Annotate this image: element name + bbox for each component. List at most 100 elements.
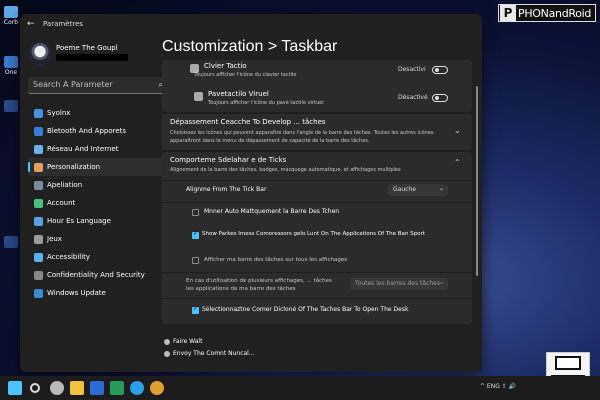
desktop-icon-4[interactable]	[0, 236, 22, 248]
chevron-down-icon[interactable]: ⌄	[454, 126, 461, 135]
sidebar-item-label: Hour Es Language	[47, 217, 111, 225]
desktop-icon-2-image	[4, 56, 18, 68]
sidebar-nav: Syolnx Bletooth And Apporets Réseau And …	[28, 104, 168, 302]
accessibility-icon	[34, 252, 43, 262]
sidebar-item-personalization[interactable]: Personalization	[28, 158, 168, 176]
scrollbar[interactable]	[476, 86, 478, 276]
back-arrow-icon[interactable]: ←	[27, 19, 39, 29]
apps-icon	[34, 180, 43, 190]
all-displays-checkbox[interactable]	[192, 257, 199, 264]
overflow-section-desc-1: Choisissez les icônes qui peuvent appara…	[170, 130, 434, 136]
behavior-header[interactable]: Comporteme Sdelahar e de Ticks Alignemen…	[162, 152, 472, 180]
multi-display-dropdown-value: Toutes les barres des tâches	[355, 280, 440, 287]
word-icon[interactable]	[90, 381, 104, 395]
touchpad-toggle-label: Désactivé	[398, 94, 428, 101]
network-icon	[34, 144, 43, 154]
sidebar-item-windows-update[interactable]: Windows Update	[28, 284, 168, 302]
brush-icon	[34, 162, 43, 172]
sidebar-item-system[interactable]: Syolnx	[28, 104, 168, 122]
search-input[interactable]: Search A Parameter ⌕	[28, 77, 168, 94]
touchpad-desc: Toujours afficher l'icône du pavé tactil…	[208, 100, 324, 106]
all-displays-label: Afficher ma barre des tâches sur tous le…	[204, 257, 348, 263]
overflow-section[interactable]: Dépassement Ceacche To Develop ... tâche…	[162, 114, 472, 150]
desktop-icon-3[interactable]	[0, 100, 22, 112]
system-icon	[34, 108, 43, 118]
excel-icon[interactable]	[110, 381, 124, 395]
sidebar-item-label: Apeliation	[47, 181, 83, 189]
app-title: Paramètres	[43, 20, 83, 28]
touch-keyboard-desc: Toujours afficher l'icône du clavier tac…	[194, 72, 297, 78]
desktop-icon-1[interactable]: Corb	[0, 6, 22, 26]
chrome-icon[interactable]	[150, 381, 164, 395]
badges-row: Show Parkes Imess Comoressors gelo Lunt …	[162, 226, 472, 250]
feedback-icon	[164, 350, 170, 357]
sidebar-item-label: Confidentiality And Security	[47, 271, 145, 279]
overflow-section-title: Dépassement Ceacche To Develop ... tâche…	[170, 118, 326, 126]
touchpad-title: Pavetactilo Viruel	[208, 90, 269, 98]
badges-label: Show Parkes Imess Comoressors gelo Lunt …	[202, 231, 425, 237]
alignment-dropdown[interactable]: Gauche ⌄	[388, 184, 448, 196]
settings-window: ← Paramètres Poeme The Goupl Search A Pa…	[20, 14, 482, 372]
behavior-section: Comporteme Sdelahar e de Ticks Alignemen…	[162, 152, 472, 324]
divider	[162, 202, 472, 203]
feedback-label: Envoy The Comnt Nuncal...	[173, 350, 255, 357]
get-help-link[interactable]: Faire Walt	[164, 338, 202, 345]
avatar	[28, 42, 52, 66]
auto-hide-row: Mnner Auto Mattquement la Barre Des Tche…	[162, 204, 472, 224]
auto-hide-label: Mnner Auto Mattquement la Barre Des Tche…	[204, 208, 340, 215]
behavior-section-title: Comporteme Sdelahar e de Ticks	[170, 156, 287, 164]
sidebar-item-bluetooth[interactable]: Bletooth And Apporets	[28, 122, 168, 140]
globe-icon	[34, 216, 43, 226]
robot-screen	[555, 356, 581, 370]
sidebar-item-time-language[interactable]: Hour Es Language	[28, 212, 168, 230]
sidebar-item-accessibility[interactable]: Accessibility	[28, 248, 168, 266]
sidebar-item-gaming[interactable]: Jeux	[28, 230, 168, 248]
multi-display-label-2: les applications de ma barre des tâches	[186, 286, 296, 292]
behavior-section-desc: Alignement de la barre des tâches, badge…	[170, 167, 401, 173]
sidebar-item-network[interactable]: Réseau And Internet	[28, 140, 168, 158]
title-bar: ← Paramètres	[20, 14, 482, 34]
touchpad-toggle[interactable]	[432, 94, 448, 102]
system-tray[interactable]: ^ ENG ⇪ 🔊	[480, 383, 516, 390]
touch-keyboard-toggle[interactable]	[432, 66, 448, 74]
sidebar-item-label: Personalization	[47, 163, 101, 171]
sidebar-item-label: Bletooth And Apporets	[47, 127, 127, 135]
chevron-up-icon[interactable]: ⌃	[454, 158, 461, 167]
desktop-icon-2[interactable]: One	[0, 56, 22, 76]
sidebar-item-label: Syolnx	[47, 109, 71, 117]
help-icon	[164, 338, 170, 345]
file-explorer-icon[interactable]	[70, 381, 84, 395]
search-icon[interactable]	[30, 383, 40, 393]
sidebar-item-privacy[interactable]: Confidentiality And Security	[28, 266, 168, 284]
brand-logo-letter: P	[500, 5, 516, 21]
account-icon	[34, 198, 43, 208]
corner-checkbox[interactable]	[192, 305, 199, 314]
sidebar-item-label: Réseau And Internet	[47, 145, 119, 153]
touch-options-card: Clvier Tactio Toujours afficher l'icône …	[162, 60, 472, 112]
brand-logo: P PHONandRoid	[498, 4, 596, 22]
feedback-link[interactable]: Envoy The Comnt Nuncal...	[164, 350, 255, 357]
update-icon	[34, 288, 43, 298]
touch-keyboard-toggle-label: Desactivi	[398, 66, 426, 73]
search-placeholder: Search A Parameter	[33, 80, 113, 89]
brand-logo-text: PHONandRoid	[518, 6, 592, 20]
sidebar-item-apps[interactable]: Apeliation	[28, 176, 168, 194]
sidebar-item-accounts[interactable]: Account	[28, 194, 168, 212]
chevron-down-icon: ⌄	[438, 279, 444, 286]
badges-checkbox[interactable]	[192, 230, 199, 239]
auto-hide-checkbox[interactable]	[192, 209, 199, 216]
alignment-dropdown-value: Gauche	[393, 186, 416, 193]
desktop-icon-1-label: Corb	[3, 19, 19, 26]
skype-icon[interactable]	[130, 381, 144, 395]
start-icon[interactable]	[8, 381, 22, 395]
settings-icon[interactable]	[50, 381, 64, 395]
user-profile[interactable]: Poeme The Goupl	[28, 42, 168, 70]
page-title: Customization > Taskbar	[162, 38, 338, 55]
multi-display-dropdown[interactable]: Toutes les barres des tâches ⌄	[350, 278, 448, 290]
user-name: Poeme The Goupl	[56, 44, 118, 52]
bluetooth-icon	[34, 126, 43, 136]
all-displays-row: Afficher ma barre des tâches sur tous le…	[162, 252, 472, 272]
touch-keyboard-row: Clvier Tactio Toujours afficher l'icône …	[162, 60, 472, 86]
get-help-label: Faire Walt	[173, 338, 203, 345]
chevron-down-icon: ⌄	[438, 185, 444, 192]
